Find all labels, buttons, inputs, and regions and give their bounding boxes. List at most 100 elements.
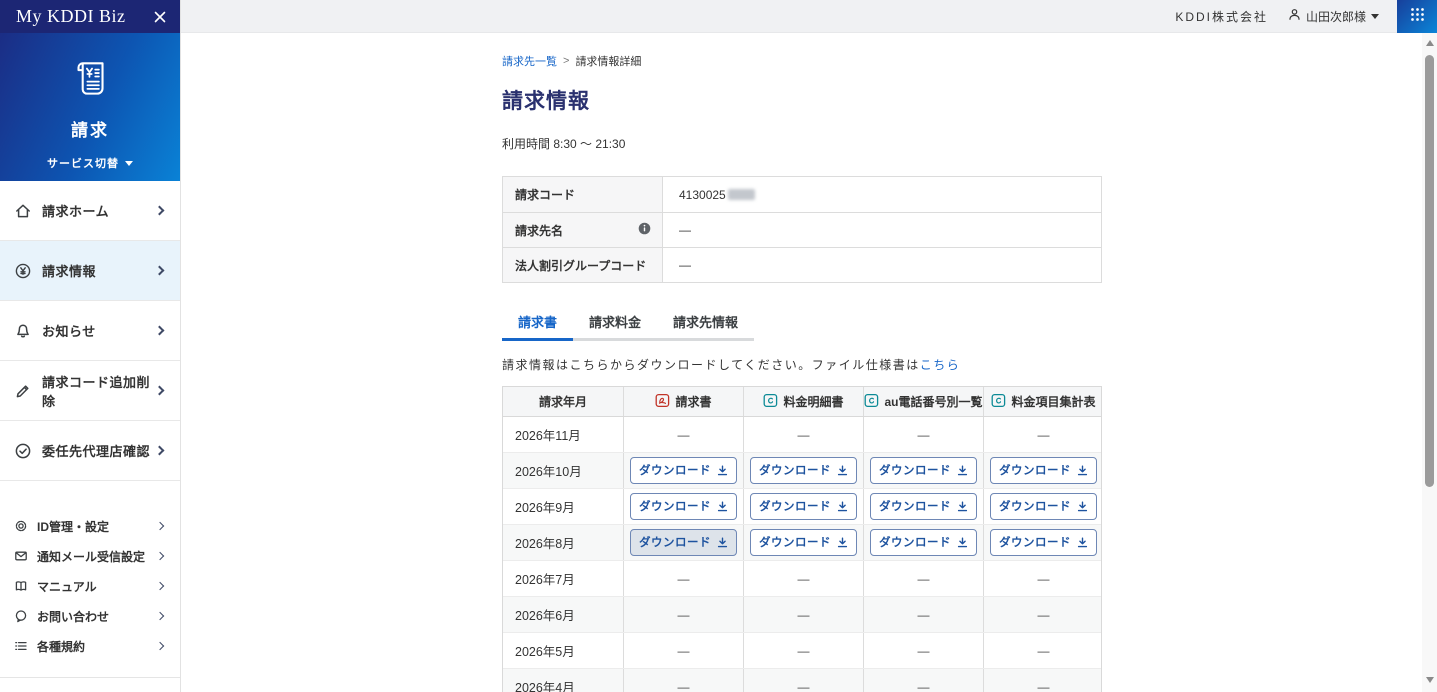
download-button[interactable]: ダウンロード bbox=[750, 457, 857, 484]
download-button[interactable]: ダウンロード bbox=[630, 529, 737, 556]
app-grid-button[interactable] bbox=[1397, 0, 1437, 33]
sidebar-item-label: 各種規約 bbox=[37, 639, 86, 654]
info-label: 請求コード bbox=[515, 188, 576, 202]
month-cell: 2026年5月 bbox=[515, 645, 575, 659]
download-button[interactable]: ダウンロード bbox=[870, 493, 977, 520]
sidebar-item-billing-home[interactable]: 請求ホーム bbox=[0, 181, 180, 241]
download-button-label: ダウンロード bbox=[639, 501, 711, 513]
empty-cell: — bbox=[983, 417, 1103, 452]
sidebar-item-mail-settings[interactable]: 通知メール受信設定 bbox=[0, 541, 180, 571]
close-icon[interactable] bbox=[153, 10, 167, 24]
empty-cell: — bbox=[983, 633, 1103, 668]
home-icon bbox=[14, 202, 32, 220]
sidebar-item-id-settings[interactable]: ID管理・設定 bbox=[0, 511, 180, 541]
sidebar-item-agency-confirmation[interactable]: 委任先代理店確認 bbox=[0, 421, 180, 481]
service-title: 請求 bbox=[71, 121, 109, 140]
download-arrow-icon bbox=[1077, 501, 1088, 511]
empty-cell: — bbox=[743, 561, 863, 596]
download-button[interactable]: ダウンロード bbox=[750, 493, 857, 520]
sidebar-item-contact[interactable]: お問い合わせ bbox=[0, 601, 180, 631]
table-row: 2026年4月 — — — — bbox=[503, 669, 1101, 692]
bell-icon bbox=[14, 322, 32, 340]
empty-cell: — bbox=[743, 633, 863, 668]
month-cell: 2026年8月 bbox=[515, 537, 575, 551]
brand-logo: My KDDI Biz bbox=[16, 6, 126, 26]
download-button[interactable]: ダウンロード bbox=[990, 529, 1097, 556]
download-button-label: ダウンロード bbox=[879, 537, 951, 549]
mail-icon bbox=[14, 549, 28, 563]
chevron-right-icon bbox=[155, 581, 165, 591]
sidebar-item-label: 請求コード追加削除 bbox=[42, 374, 151, 409]
sidebar-item-notices[interactable]: お知らせ bbox=[0, 301, 180, 361]
billing-code-value: 4130025 bbox=[679, 187, 726, 202]
sidebar-item-manual[interactable]: マニュアル bbox=[0, 571, 180, 601]
download-arrow-icon bbox=[957, 465, 968, 475]
pencil-icon bbox=[14, 382, 32, 400]
download-arrow-icon bbox=[957, 501, 968, 511]
chevron-right-icon bbox=[155, 611, 165, 621]
empty-cell: — bbox=[623, 633, 743, 668]
table-row: 2026年8月 ダウンロード ダウンロード ダウンロード ダウンロード bbox=[503, 525, 1101, 561]
tab-billing-address-info[interactable]: 請求先情報 bbox=[657, 307, 754, 338]
user-menu[interactable]: 山田次郎様 bbox=[1288, 8, 1379, 25]
top-bar: KDDI株式会社 山田次郎様 bbox=[181, 0, 1437, 33]
service-hours: 利用時間 8:30 ～ 21:30 bbox=[502, 137, 626, 151]
book-icon bbox=[14, 579, 28, 593]
tab-invoice[interactable]: 請求書 bbox=[502, 307, 574, 341]
chevron-right-icon bbox=[154, 265, 165, 276]
empty-cell: — bbox=[743, 669, 863, 692]
download-button-label: ダウンロード bbox=[639, 465, 711, 477]
grid-icon bbox=[1409, 6, 1426, 28]
breadcrumb-link-billing-list[interactable]: 請求先一覧 bbox=[502, 53, 557, 69]
page-title: 請求情報 bbox=[502, 90, 590, 113]
table-row: 2026年6月 — — — — bbox=[503, 597, 1101, 633]
info-icon[interactable] bbox=[638, 222, 651, 238]
page-scrollbar bbox=[1422, 33, 1437, 692]
download-button[interactable]: ダウンロード bbox=[630, 493, 737, 520]
sidebar-item-billing-code-add-delete[interactable]: 請求コード追加削除 bbox=[0, 361, 180, 421]
chevron-right-icon bbox=[154, 445, 165, 456]
empty-cell: — bbox=[863, 597, 983, 632]
download-button[interactable]: ダウンロード bbox=[990, 457, 1097, 484]
column-header-label: 料金項目集計表 bbox=[1011, 395, 1096, 409]
service-switcher[interactable]: サービス切替 bbox=[47, 155, 133, 171]
sidebar-item-terms[interactable]: 各種規約 bbox=[0, 631, 180, 661]
download-note-text: 請求情報はこちらからダウンロードしてください。ファイル仕様書は bbox=[502, 358, 920, 372]
chat-icon bbox=[14, 609, 28, 623]
chevron-right-icon bbox=[154, 325, 165, 336]
sidebar-item-billing-info[interactable]: 請求情報 bbox=[0, 241, 180, 301]
check-circle-icon bbox=[14, 442, 32, 460]
invoice-receipt-icon bbox=[66, 55, 114, 108]
app-window: My KDDI Biz 請求 サービス切替 請求ホーム 請求情報 お知らせ 請求… bbox=[0, 0, 1437, 692]
download-button[interactable]: ダウンロード bbox=[750, 529, 857, 556]
table-row: 2026年7月 — — — — bbox=[503, 561, 1101, 597]
download-button[interactable]: ダウンロード bbox=[990, 493, 1097, 520]
download-arrow-icon bbox=[837, 537, 848, 547]
csv-file-icon bbox=[991, 393, 1006, 411]
column-header-label: au電話番号別一覧 bbox=[884, 395, 983, 409]
download-arrow-icon bbox=[837, 501, 848, 511]
gear-icon bbox=[14, 519, 28, 533]
download-arrow-icon bbox=[717, 501, 728, 511]
scrollbar-thumb[interactable] bbox=[1425, 55, 1434, 487]
scrollbar-up-arrow-icon[interactable] bbox=[1425, 40, 1434, 46]
download-button[interactable]: ダウンロード bbox=[870, 457, 977, 484]
redacted-digits bbox=[727, 189, 755, 200]
sidebar-item-label: 請求情報 bbox=[42, 264, 97, 279]
download-button-label: ダウンロード bbox=[639, 537, 711, 549]
sidebar-item-label: お知らせ bbox=[42, 324, 96, 339]
scrollbar-down-arrow-icon[interactable] bbox=[1425, 677, 1434, 683]
download-table-header: 請求年月 請求書 料金明細書 au電話番号別一覧 料金項目集計表 bbox=[503, 387, 1101, 417]
spec-document-link[interactable]: こちら bbox=[920, 358, 961, 372]
empty-cell: — bbox=[863, 561, 983, 596]
download-button[interactable]: ダウンロード bbox=[870, 529, 977, 556]
chevron-right-icon bbox=[155, 641, 165, 651]
pdf-file-icon bbox=[655, 393, 670, 411]
month-cell: 2026年9月 bbox=[515, 501, 575, 515]
empty-cell: — bbox=[863, 669, 983, 692]
service-switcher-label: サービス切替 bbox=[47, 158, 119, 170]
download-button[interactable]: ダウンロード bbox=[630, 457, 737, 484]
download-button-label: ダウンロード bbox=[999, 537, 1071, 549]
tab-billing-charges[interactable]: 請求料金 bbox=[573, 307, 657, 338]
download-button-label: ダウンロード bbox=[999, 465, 1071, 477]
